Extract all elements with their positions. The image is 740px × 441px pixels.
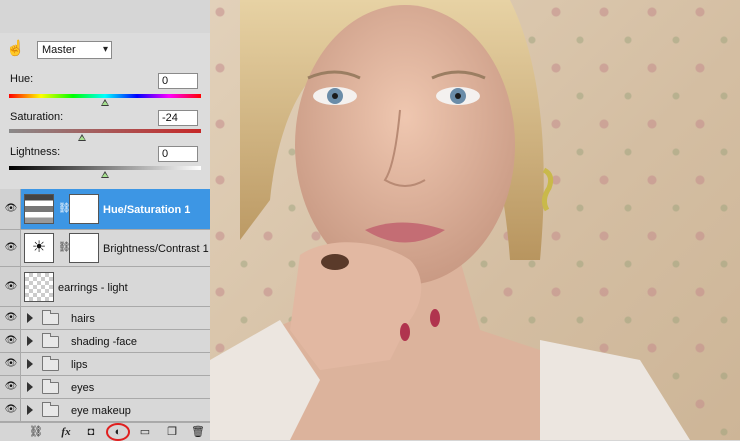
layer-hue-saturation[interactable]: 👁 ⛓ Hue/Saturation 1 xyxy=(0,189,210,230)
layer-name: hairs xyxy=(71,313,95,325)
hue-slider-track[interactable] xyxy=(9,94,201,98)
group-shading-face[interactable]: 👁 shading -face xyxy=(0,330,210,353)
layer-mask-thumbnail[interactable] xyxy=(69,233,99,263)
layer-name: lips xyxy=(71,359,88,371)
eye-icon[interactable]: 👁 xyxy=(3,312,19,324)
lightness-input[interactable]: 0 xyxy=(158,146,198,162)
folder-icon xyxy=(42,333,59,348)
preset-value: Master xyxy=(42,44,76,56)
portrait-image xyxy=(210,0,690,440)
eye-icon[interactable]: 👁 xyxy=(3,335,19,347)
hue-slider-thumb[interactable] xyxy=(101,99,109,106)
saturation-slider-thumb[interactable] xyxy=(77,134,86,141)
expand-arrow-icon[interactable] xyxy=(27,313,33,323)
saturation-label: Saturation: xyxy=(10,111,64,123)
new-group-folder-icon[interactable]: ▭ xyxy=(136,425,154,439)
layer-name: eye makeup xyxy=(71,405,131,417)
adjustment-thumbnail xyxy=(24,194,54,224)
new-layer-icon[interactable]: ❐ xyxy=(163,425,181,439)
panel-header-strip xyxy=(0,0,210,33)
highlight-circle xyxy=(106,423,130,441)
layer-name: earrings - light xyxy=(58,282,128,294)
folder-icon xyxy=(42,356,59,371)
layer-name: Hue/Saturation 1 xyxy=(103,204,191,216)
layer-name: shading -face xyxy=(71,336,138,348)
brightness-thumbnail: ☀ xyxy=(24,233,54,263)
layer-mask-thumbnail[interactable] xyxy=(69,194,99,224)
saturation-slider-track[interactable] xyxy=(9,129,201,133)
add-mask-icon[interactable]: ◘ xyxy=(82,425,100,439)
expand-arrow-icon[interactable] xyxy=(27,382,33,392)
targeted-adjustment-hand-icon[interactable]: ☝ xyxy=(6,40,25,58)
group-eyes[interactable]: 👁 eyes xyxy=(0,376,210,399)
folder-icon xyxy=(42,402,59,417)
hue-label: Hue: xyxy=(10,73,34,85)
photo-canvas[interactable] xyxy=(210,0,740,440)
hue-input[interactable]: 0 xyxy=(158,73,198,89)
chevron-down-icon: ▾ xyxy=(102,44,108,55)
lightness-slider-thumb[interactable] xyxy=(101,171,109,178)
expand-arrow-icon[interactable] xyxy=(27,359,33,369)
adjustments-layers-panel: ☝ Master ▾ Hue: 0 Saturation: -24 Lightn… xyxy=(0,0,210,441)
layer-earrings-light[interactable]: 👁 earrings - light xyxy=(0,267,210,307)
eye-icon[interactable]: 👁 xyxy=(3,404,19,416)
link-layers-icon[interactable]: ⛓ xyxy=(26,425,46,439)
saturation-input[interactable]: -24 xyxy=(158,110,198,126)
folder-icon xyxy=(42,310,59,325)
eye-icon[interactable]: 👁 xyxy=(3,358,19,370)
expand-arrow-icon[interactable] xyxy=(27,405,33,415)
layer-brightness-contrast[interactable]: 👁 ☀ ⛓ Brightness/Contrast 1 xyxy=(0,230,210,267)
lightness-slider-track[interactable] xyxy=(9,166,201,170)
layer-style-fx-button[interactable]: fx xyxy=(56,425,76,439)
layers-toolbar: ⛓ fx ◘ ◐ ▭ ❐ 🗑 xyxy=(0,422,210,441)
lightness-label: Lightness: xyxy=(10,146,61,158)
group-eye-makeup[interactable]: 👁 eye makeup xyxy=(0,399,210,422)
layer-name: eyes xyxy=(71,382,95,394)
eye-icon[interactable]: 👁 xyxy=(3,203,19,215)
group-hairs[interactable]: 👁 hairs xyxy=(0,307,210,330)
layer-name: Brightness/Contrast 1 xyxy=(103,243,209,255)
preset-dropdown[interactable]: Master ▾ xyxy=(37,41,112,59)
eye-icon[interactable]: 👁 xyxy=(3,281,19,293)
group-lips[interactable]: 👁 lips xyxy=(0,353,210,376)
delete-trash-icon[interactable]: 🗑 xyxy=(190,425,206,439)
eye-icon[interactable]: 👁 xyxy=(3,242,19,254)
expand-arrow-icon[interactable] xyxy=(27,336,33,346)
eye-icon[interactable]: 👁 xyxy=(3,381,19,393)
transparent-layer-thumbnail xyxy=(24,272,54,302)
folder-icon xyxy=(42,379,59,394)
